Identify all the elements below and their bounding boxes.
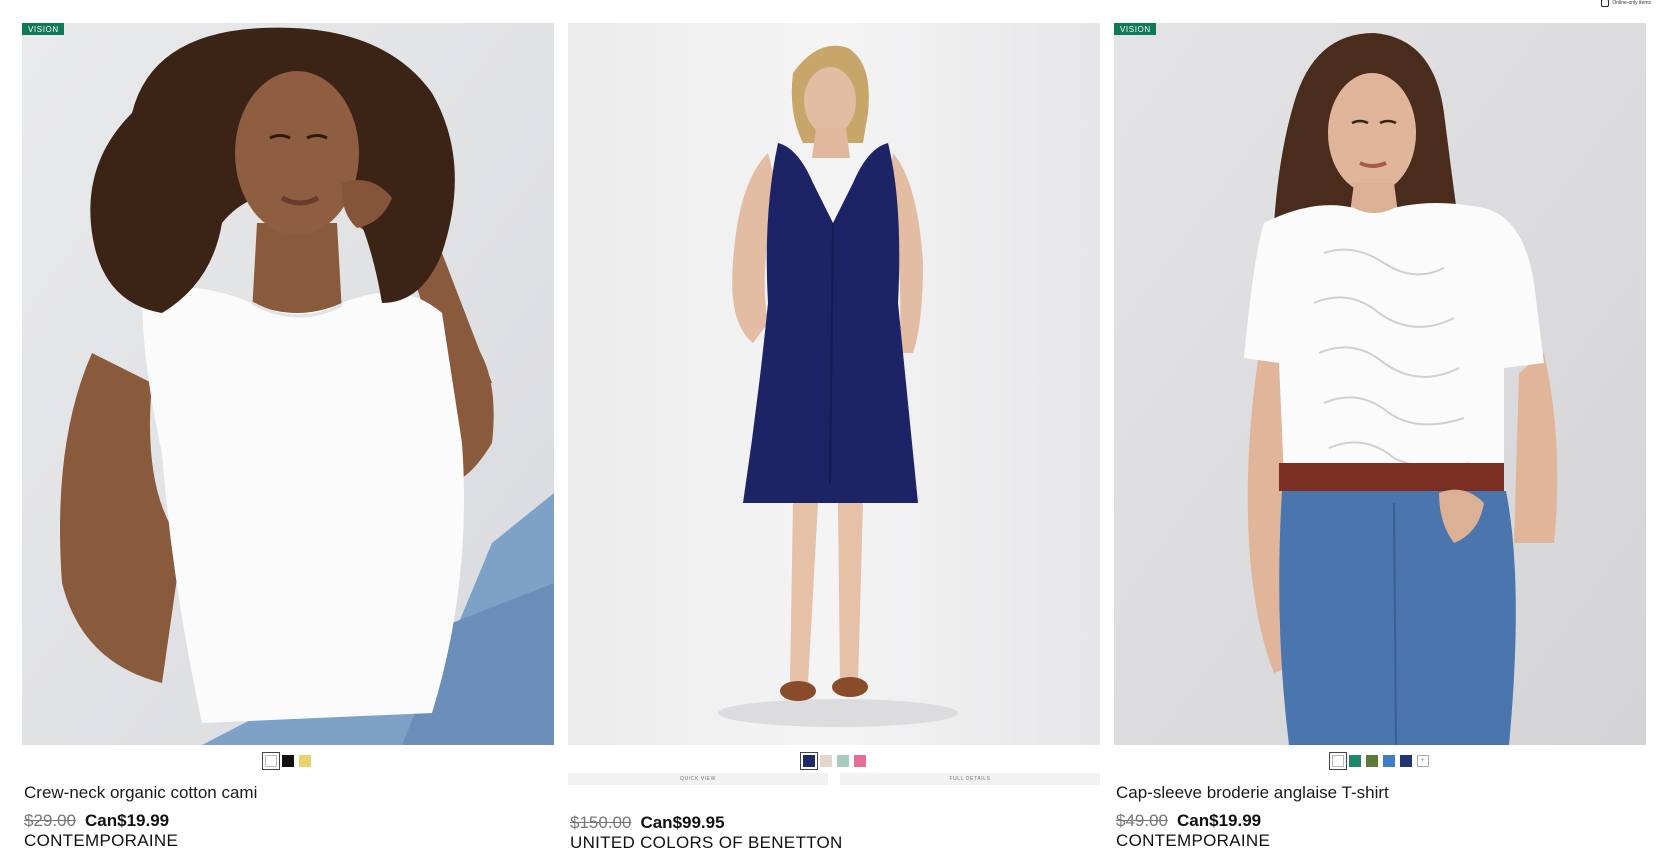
product-brand[interactable]: CONTEMPORAINE <box>24 831 554 851</box>
product-card[interactable]: VISION Crew-neck organic cotton cami $29… <box>22 23 554 853</box>
product-brand[interactable]: UNITED COLORS OF BENETTON <box>570 833 1100 853</box>
product-info: Cap-sleeve broderie anglaise T-shirt $49… <box>1114 783 1646 851</box>
swatch-beige[interactable] <box>819 755 832 767</box>
product-prices: $29.00 Can$19.99 <box>24 805 554 831</box>
product-card[interactable]: QUICK VIEW FULL DETAILS $150.00 Can$99.9… <box>568 23 1100 853</box>
swatch-navy[interactable] <box>1399 755 1412 767</box>
sale-price: Can$99.95 <box>640 813 725 832</box>
online-only-label: Online-only items <box>1612 0 1651 6</box>
swatch-yellow[interactable] <box>299 755 311 767</box>
original-price: $29.00 <box>24 811 76 830</box>
original-price: $49.00 <box>1116 811 1168 830</box>
product-photo-cami <box>22 23 554 745</box>
more-swatches-button[interactable]: + <box>1416 755 1429 767</box>
online-only-filter[interactable]: Online-only items <box>1601 0 1651 8</box>
product-prices: $150.00 Can$99.95 <box>570 807 1100 833</box>
swatch-black[interactable] <box>282 755 294 767</box>
product-grid: VISION Crew-neck organic cotton cami $29… <box>22 23 1647 853</box>
swatch-pink[interactable] <box>853 755 866 767</box>
product-image[interactable]: VISION <box>22 23 554 745</box>
product-info: Crew-neck organic cotton cami $29.00 Can… <box>22 783 554 851</box>
product-info: $150.00 Can$99.95 UNITED COLORS OF BENET… <box>568 795 1100 853</box>
swatch-green[interactable] <box>1348 755 1361 767</box>
product-image[interactable]: VISION <box>1114 23 1646 745</box>
original-price: $150.00 <box>570 813 632 832</box>
color-swatches <box>568 745 1100 773</box>
color-swatches: + <box>1114 745 1646 773</box>
product-prices: $49.00 Can$19.99 <box>1116 805 1646 831</box>
product-name[interactable]: Crew-neck organic cotton cami <box>24 783 554 805</box>
swatch-white[interactable] <box>262 752 280 770</box>
product-name[interactable]: Cap-sleeve broderie anglaise T-shirt <box>1116 783 1646 805</box>
quick-view-button[interactable]: QUICK VIEW <box>568 773 828 785</box>
sale-price: Can$19.99 <box>1177 811 1262 830</box>
vision-badge: VISION <box>22 23 64 35</box>
product-brand[interactable]: CONTEMPORAINE <box>1116 831 1646 851</box>
swatch-navy[interactable] <box>799 752 818 770</box>
product-image[interactable] <box>568 23 1100 745</box>
product-actions: QUICK VIEW FULL DETAILS <box>568 773 1100 785</box>
swatch-blue[interactable] <box>1382 755 1395 767</box>
swatch-mint[interactable] <box>836 755 849 767</box>
full-details-button[interactable]: FULL DETAILS <box>840 773 1100 785</box>
color-swatches <box>22 745 554 773</box>
product-photo-tshirt <box>1114 23 1646 745</box>
swatch-white[interactable] <box>1328 752 1347 770</box>
product-photo-dress <box>568 23 1100 745</box>
swatch-olive[interactable] <box>1365 755 1378 767</box>
sale-price: Can$19.99 <box>85 811 170 830</box>
product-card[interactable]: VISION + Cap-sleeve broderie anglaise T-… <box>1114 23 1646 853</box>
online-only-checkbox[interactable] <box>1601 0 1610 7</box>
vision-badge: VISION <box>1114 23 1156 35</box>
